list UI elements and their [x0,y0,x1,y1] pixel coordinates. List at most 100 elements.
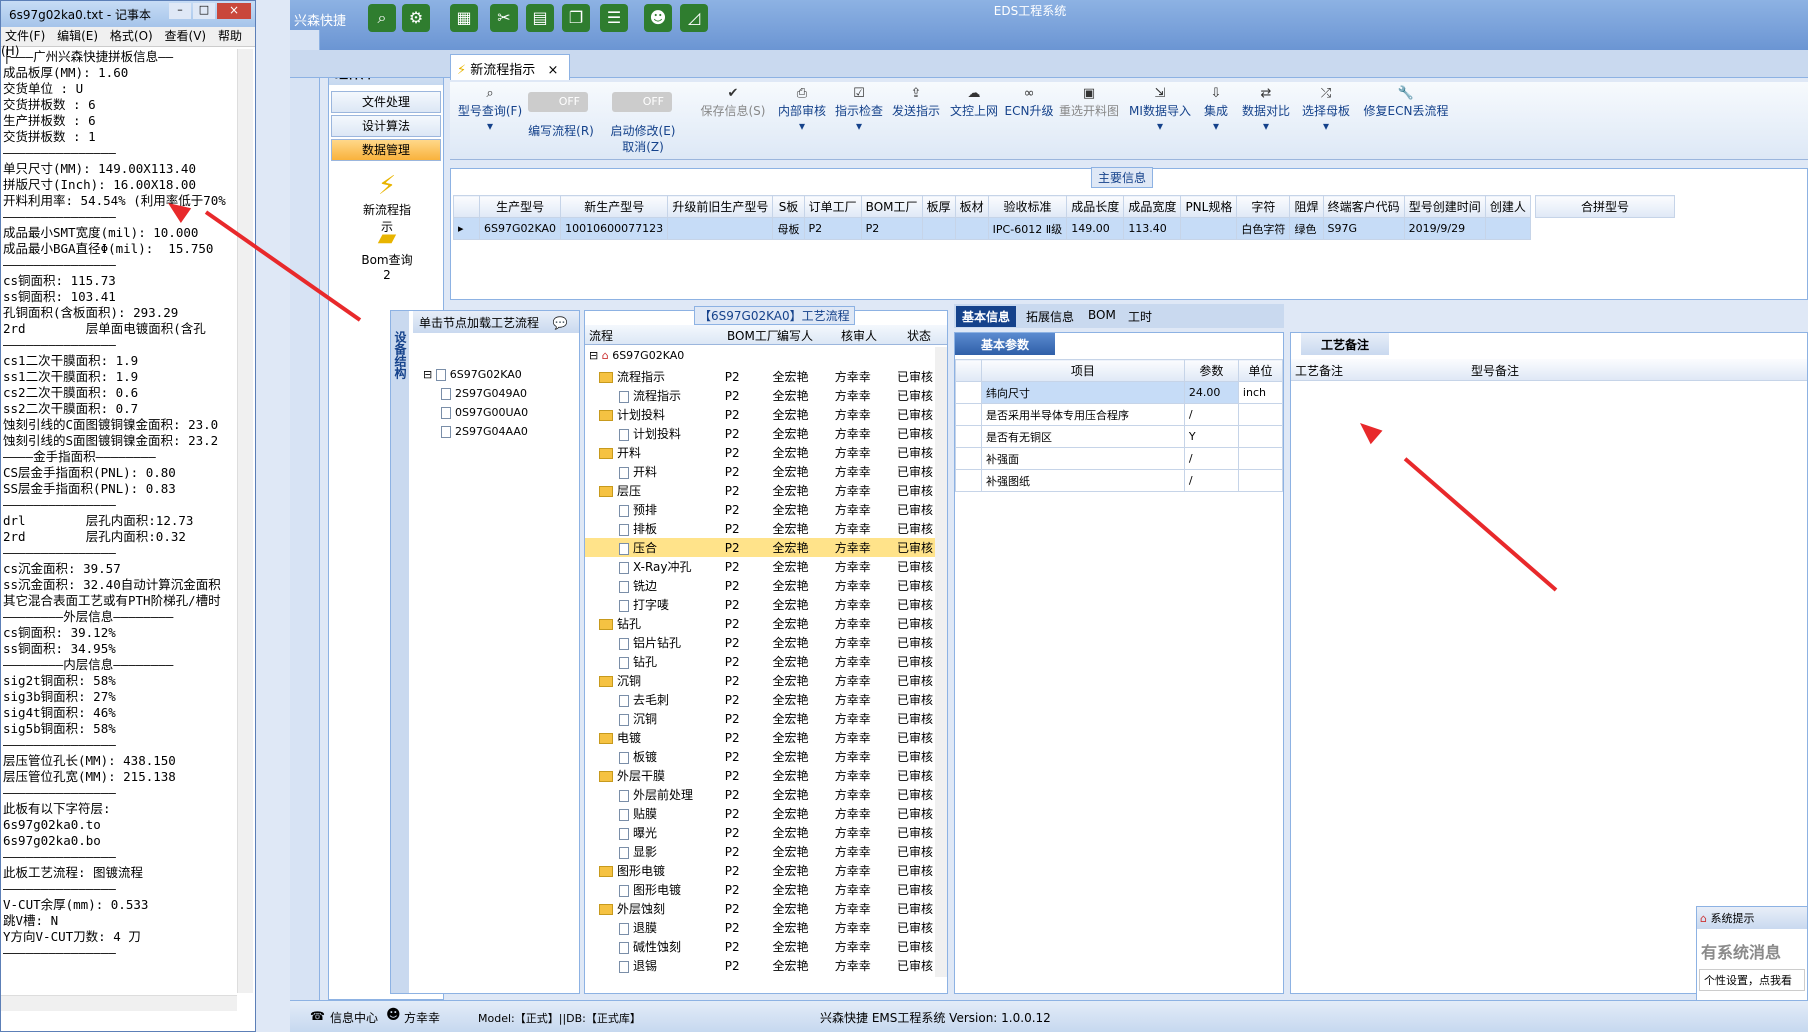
grid-header[interactable]: PNL规格 [1180,195,1238,218]
flow-row[interactable]: 沉铜 P2 全宏艳 方幸幸 已审核 [585,671,935,690]
flow-row[interactable]: 显影 P2 全宏艳 方幸幸 已审核 [585,842,935,861]
flow-row[interactable]: 图形电镀 P2 全宏艳 方幸幸 已审核 [585,861,935,880]
flow-row[interactable]: 流程指示 P2 全宏艳 方幸幸 已审核 [585,367,935,386]
param-cell[interactable] [1237,469,1283,492]
flow-row[interactable]: 计划投料 P2 全宏艳 方幸幸 已审核 [585,424,935,443]
grid-cell[interactable]: 绿色 [1289,217,1324,240]
param-cell[interactable]: 24.00 [1183,381,1239,404]
fix-ecn-button[interactable]: 🔧 修复ECN丢流程 [1358,86,1454,119]
flow-root[interactable]: ⊟ ⌂ 6S97G02KA0 [589,349,684,362]
grid-cell[interactable]: 2019/9/29 [1403,217,1486,240]
grid-header[interactable]: 生产型号 [478,195,562,218]
param-cell[interactable] [1237,447,1283,470]
data-management-button[interactable]: 数据管理 [331,139,441,161]
grid-header[interactable]: 阻焊 [1289,195,1324,218]
tree-node[interactable]: 2S97G04AA0 [423,422,528,441]
grid-header[interactable]: 终端客户代码 [1322,195,1405,218]
cancel-label[interactable]: 取消(Z) [598,138,688,155]
grid-cell[interactable]: S97G [1322,217,1405,240]
search-icon[interactable]: ⌕ [368,4,396,32]
user-icon[interactable]: ☻ [644,4,672,32]
film-icon[interactable]: ▤ [526,4,554,32]
param-cell[interactable]: 补强图纸 [981,469,1185,492]
save-info-button[interactable]: ✔ 保存信息(S) [696,86,770,119]
param-cell[interactable]: / [1183,469,1239,492]
grid-cell[interactable] [954,217,989,240]
flow-row[interactable]: 退膜 P2 全宏艳 方幸幸 已审核 [585,918,935,937]
grid-header[interactable]: 升级前旧生产型号 [667,195,774,218]
flow-row[interactable]: 外层前处理 P2 全宏艳 方幸幸 已审核 [585,785,935,804]
grid-cell[interactable]: P2 [803,217,862,240]
grid-header[interactable]: 创建人 [1484,195,1532,218]
ecn-upgrade-button[interactable]: ∞ ECN升级 [1004,86,1054,119]
param-row[interactable]: 纬向尺寸 24.00 inch [955,381,1283,404]
tab-basic-info[interactable]: 基本信息 [956,306,1017,327]
tab-extended-info[interactable]: 拓展信息 [1026,308,1074,325]
chart-icon[interactable]: ◿ [680,4,708,32]
publish-button[interactable]: ☁ 文控上网 [948,86,1000,119]
param-cell[interactable]: 是否有无铜区 [981,425,1185,448]
flow-row[interactable]: 铝片钻孔 P2 全宏艳 方幸幸 已审核 [585,633,935,652]
tab-bom[interactable]: BOM [1088,308,1116,322]
grid-cell[interactable]: 母板 [772,217,805,240]
info-center-label[interactable]: 信息中心 [330,1009,378,1026]
param-cell[interactable]: Y [1183,425,1239,448]
grid-header[interactable]: BOM工厂 [860,195,923,218]
tree-root[interactable]: ⊟ 6S97G02KA0 [423,365,528,384]
grid-header[interactable]: 板材 [954,195,989,218]
flow-vscroll[interactable] [935,347,947,977]
grid-cell[interactable] [1484,217,1532,240]
menu-file[interactable]: 文件(F) [5,29,45,43]
tab-new-flow[interactable]: ⚡ 新流程指示 × [450,54,570,80]
flow-row[interactable]: 计划投料 P2 全宏艳 方幸幸 已审核 [585,405,935,424]
gear-icon[interactable]: ⚙ [402,4,430,32]
flow-row[interactable]: 开料 P2 全宏艳 方幸幸 已审核 [585,443,935,462]
data-compare-button[interactable]: ⇄ 数据对比 ▾ [1238,86,1294,133]
flow-row[interactable]: X-Ray冲孔 P2 全宏艳 方幸幸 已审核 [585,557,935,576]
grid-cell[interactable]: 113.40 [1123,217,1182,240]
param-cell[interactable]: / [1183,447,1239,470]
notepad-text[interactable]: ├———广州兴森快捷拼板信息—— 成品板厚(MM): 1.60 交货单位 : U 交货… [3,49,237,979]
info-center-icon[interactable]: ☎ [310,1009,325,1023]
param-cell[interactable]: 纬向尺寸 [981,381,1185,404]
maximize-icon[interactable]: □ [193,3,215,19]
copy-icon[interactable]: ❐ [562,4,590,32]
flow-row[interactable]: 开料 P2 全宏艳 方幸幸 已审核 [585,462,935,481]
flow-row[interactable]: 退锡 P2 全宏艳 方幸幸 已审核 [585,956,935,975]
grid-header[interactable]: 板厚 [921,195,956,218]
menu-view[interactable]: 查看(V) [165,29,207,43]
flow-row[interactable]: 外层蚀刻 P2 全宏艳 方幸幸 已审核 [585,899,935,918]
tree-node[interactable]: 0S97G00UA0 [423,403,528,422]
grid-cell[interactable] [667,217,774,240]
flow-row[interactable]: 碱性蚀刻 P2 全宏艳 方幸幸 已审核 [585,937,935,956]
table-icon[interactable]: ▦ [450,4,478,32]
flow-row[interactable]: 排板 P2 全宏艳 方幸幸 已审核 [585,519,935,538]
grid-cell[interactable] [1180,217,1238,240]
check-instruction-button[interactable]: ☑ 指示检查 ▾ [834,86,884,133]
grid-header[interactable]: 型号创建时间 [1403,195,1486,218]
bom-query-item[interactable]: ▰ Bom查询2 [359,223,415,282]
notepad-hscroll[interactable] [1,995,237,1011]
flow-row[interactable]: 流程指示 P2 全宏艳 方幸幸 已审核 [585,386,935,405]
send-instruction-button[interactable]: ⇪ 发送指示 [890,86,942,119]
flow-row[interactable]: 钻孔 P2 全宏艳 方幸幸 已审核 [585,652,935,671]
grid-cell[interactable] [921,217,956,240]
param-cell[interactable]: 补强面 [981,447,1185,470]
grid-cell[interactable]: 10010600077123 [560,217,669,240]
file-process-button[interactable]: 文件处理 [331,91,441,113]
flow-row[interactable]: 压合 P2 全宏艳 方幸幸 已审核 [585,538,935,557]
close-icon[interactable]: × [547,63,558,78]
enable-edit-toggle[interactable]: OFF [612,92,672,112]
grid-cell[interactable]: P2 [860,217,923,240]
param-row[interactable]: 是否采用半导体专用压合程序 / [955,403,1283,426]
structure-vtab[interactable]: 设备结构 [391,311,409,993]
param-row[interactable]: 是否有无铜区 Y [955,425,1283,448]
param-cell[interactable]: / [1183,403,1239,426]
minimize-icon[interactable]: – [169,3,191,19]
flow-row[interactable]: 铣边 P2 全宏艳 方幸幸 已审核 [585,576,935,595]
scissors-icon[interactable]: ✂ [490,4,518,32]
list-icon[interactable]: ☰ [600,4,628,32]
param-cell[interactable] [1237,425,1283,448]
flow-row[interactable]: 去毛刺 P2 全宏艳 方幸幸 已审核 [585,690,935,709]
flow-row[interactable]: 钻孔 P2 全宏艳 方幸幸 已审核 [585,614,935,633]
